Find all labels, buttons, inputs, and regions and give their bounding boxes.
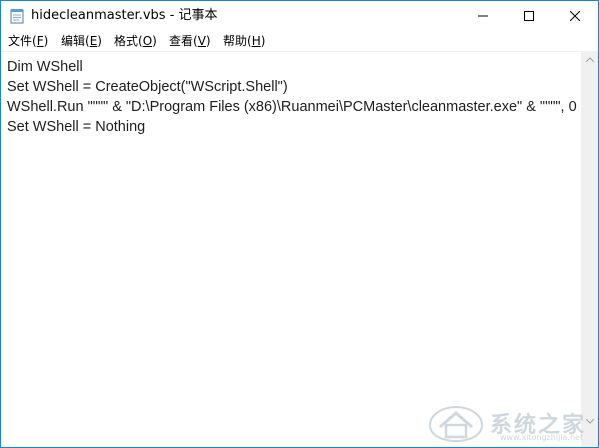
menu-view-label: 查看( — [169, 34, 198, 48]
chevron-up-icon — [585, 57, 594, 62]
site-watermark: 系统之家 www.xitongzhijia.net — [426, 403, 596, 445]
maximize-icon — [524, 11, 534, 21]
vertical-scrollbar[interactable] — [581, 51, 598, 447]
menu-help-close: ) — [260, 34, 266, 48]
scroll-up-button[interactable] — [581, 51, 598, 68]
scroll-track[interactable] — [581, 68, 598, 413]
title-bar[interactable]: hidecleanmaster.vbs - 记事本 — [1, 1, 598, 31]
menu-file-accesskey: F — [36, 34, 44, 48]
code-line-2: Set WShell = CreateObject("WScript.Shell… — [7, 79, 288, 95]
menu-view-accesskey: V — [197, 34, 206, 48]
menu-help-accesskey: H — [251, 34, 261, 48]
menu-help[interactable]: 帮助(H) — [223, 33, 265, 49]
menu-edit-label: 编辑( — [61, 34, 90, 48]
menu-format-label: 格式( — [114, 34, 143, 48]
notepad-window: hidecleanmaster.vbs - 记事本 文件(F) 编辑(E) 格式… — [0, 0, 599, 448]
close-button[interactable] — [552, 1, 598, 31]
code-line-1: Dim WShell — [7, 59, 83, 75]
menu-bar: 文件(F) 编辑(E) 格式(O) 查看(V) 帮助(H) — [1, 31, 598, 51]
close-icon — [570, 11, 580, 21]
minimize-icon — [478, 15, 488, 17]
text-editor[interactable]: Dim WShell Set WShell = CreateObject("WS… — [1, 51, 581, 447]
minimize-button[interactable] — [460, 1, 506, 31]
menu-edit[interactable]: 编辑(E) — [61, 33, 102, 49]
watermark-logo-icon — [428, 405, 484, 443]
maximize-button[interactable] — [506, 1, 552, 31]
code-line-4: Set WShell = Nothing — [7, 119, 146, 135]
menu-help-label: 帮助( — [223, 34, 252, 48]
menu-file-close: ) — [43, 34, 49, 48]
menu-view[interactable]: 查看(V) — [169, 33, 211, 49]
menu-format-accesskey: O — [142, 34, 153, 48]
menu-format-close: ) — [152, 34, 157, 48]
window-title: hidecleanmaster.vbs - 记事本 — [31, 8, 218, 23]
menu-format[interactable]: 格式(O) — [114, 33, 157, 49]
menu-view-close: ) — [205, 34, 211, 48]
menu-file-label: 文件( — [8, 34, 37, 48]
menu-file[interactable]: 文件(F) — [8, 33, 48, 49]
menu-edit-close: ) — [97, 34, 102, 48]
notepad-icon[interactable] — [9, 8, 25, 24]
code-line-3: WShell.Run """" & "D:\Program Files (x86… — [7, 99, 577, 115]
watermark-url: www.xitongzhijia.net — [500, 433, 584, 442]
